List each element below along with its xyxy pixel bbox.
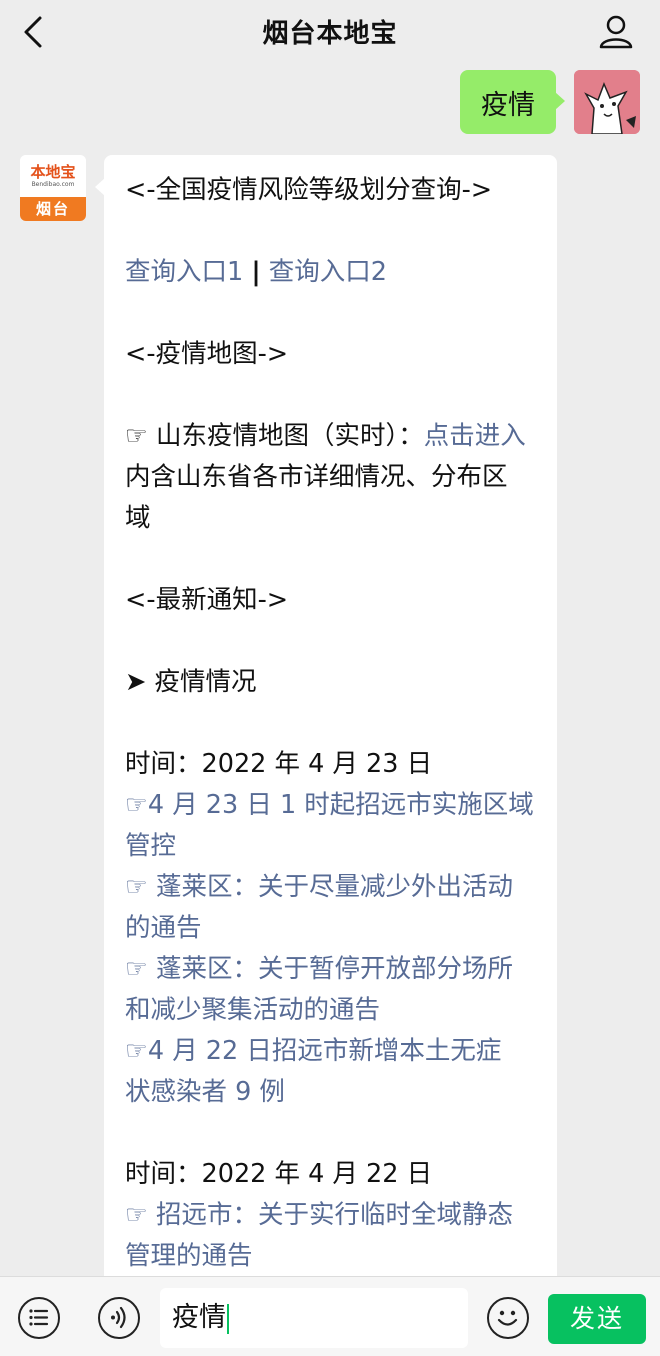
message-input-bar: 疫情 发送	[0, 1276, 660, 1356]
news-link-2-line-2[interactable]: 的通告	[125, 908, 539, 949]
incoming-message-bubble: <-全国疫情风险等级划分查询-> 查询入口1 | 查询入口2 <-疫情地图-> …	[104, 155, 557, 1295]
outgoing-message-text: 疫情	[481, 89, 535, 121]
epidemic-map-header: <-疫情地图->	[125, 339, 289, 369]
chat-title: 烟台本地宝	[262, 19, 398, 49]
news-link-1-line-2[interactable]: 管控	[125, 826, 539, 867]
news-link-3-line-2[interactable]: 和减少聚集活动的通告	[125, 990, 539, 1031]
news-link-2-line-1[interactable]: ☞ 蓬莱区：关于尽量减少外出活动	[125, 867, 539, 908]
person-icon	[599, 15, 633, 49]
profile-button[interactable]	[596, 12, 636, 52]
map-description-line-1: 内含山东省各市详细情况、分布区	[125, 462, 508, 492]
emoji-button[interactable]	[487, 1297, 529, 1339]
date-label-1: 时间：2022 年 4 月 23 日	[125, 749, 433, 779]
chat-header: 烟台本地宝	[0, 0, 660, 64]
news-link-5-line-1[interactable]: ☞ 招远市：关于实行临时全域静态	[125, 1195, 539, 1236]
avatar-logo-top: 本地宝 Bendibao.com	[20, 155, 86, 197]
query-entry-1-link[interactable]: 查询入口1	[125, 257, 243, 287]
menu-list-icon	[29, 1309, 49, 1326]
latest-notice-header: <-最新通知->	[125, 585, 289, 615]
news-link-4-line-1[interactable]: ☞4 月 22 日招远市新增本土无症	[125, 1031, 539, 1072]
date-label-2: 时间：2022 年 4 月 22 日	[125, 1159, 433, 1189]
news-link-1-line-1[interactable]: ☞4 月 23 日 1 时起招远市实施区域	[125, 785, 539, 826]
news-link-3-line-1[interactable]: ☞ 蓬莱区：关于暂停开放部分场所	[125, 949, 539, 990]
bendibao-avatar[interactable]: 本地宝 Bendibao.com 烟台	[20, 155, 86, 221]
avatar-city: 烟台	[20, 197, 86, 221]
map-description-line-2: 域	[125, 503, 151, 533]
news-link-5-line-2[interactable]: 管理的通告	[125, 1236, 539, 1277]
menu-button[interactable]	[18, 1297, 60, 1339]
voice-icon	[111, 1306, 126, 1329]
outgoing-message-bubble[interactable]: 疫情	[460, 70, 565, 134]
query-links-row: 查询入口1 | 查询入口2	[125, 252, 539, 293]
news-link-4-line-2[interactable]: 状感染者 9 例	[125, 1072, 539, 1113]
query-separator: |	[251, 257, 261, 287]
user-avatar[interactable]	[574, 70, 640, 134]
shandong-map-row: ☞ 山东疫情地图（实时）：点击进入	[125, 416, 539, 457]
risk-level-header: <-全国疫情风险等级划分查询->	[125, 175, 493, 205]
shandong-map-label: ☞ 山东疫情地图（实时）：	[125, 421, 424, 451]
text-caret	[227, 1303, 229, 1334]
emoji-icon	[497, 1310, 518, 1326]
message-input[interactable]: 疫情	[160, 1288, 468, 1348]
send-button[interactable]: 发送	[548, 1294, 646, 1344]
situation-header: ➤ 疫情情况	[125, 667, 257, 697]
avatar-site: Bendibao.com	[31, 180, 75, 188]
avatar-brand: 本地宝	[30, 162, 76, 181]
message-input-value: 疫情	[172, 1302, 226, 1333]
voice-button[interactable]	[98, 1297, 140, 1339]
shandong-map-link[interactable]: 点击进入	[424, 421, 526, 451]
cartoon-avatar-icon	[574, 70, 640, 134]
query-entry-2-link[interactable]: 查询入口2	[269, 257, 387, 287]
